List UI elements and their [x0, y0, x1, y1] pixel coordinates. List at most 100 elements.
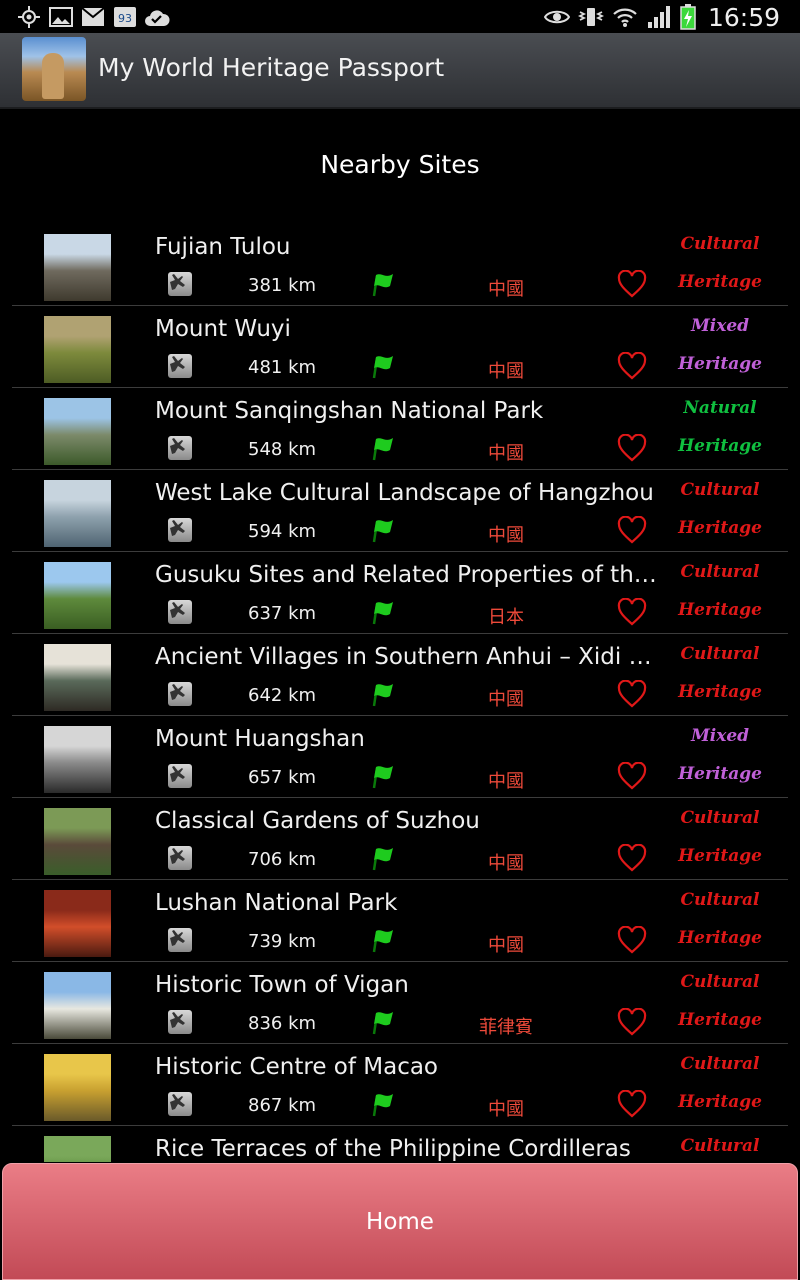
status-time: 16:59	[707, 2, 780, 32]
site-country: 中國	[488, 935, 524, 956]
category-heritage-label: Heritage	[678, 1010, 762, 1030]
green-flag-icon	[368, 1090, 396, 1118]
site-name: Fujian Tulou	[155, 234, 291, 260]
site-list-item[interactable]: West Lake Cultural Landscape of Hangzhou…	[12, 470, 788, 552]
site-list-item[interactable]: Lushan National Park 739 km 中國 Cultural …	[12, 880, 788, 962]
site-name: Rice Terraces of the Philippine Cordille…	[155, 1136, 631, 1162]
favorite-heart-icon[interactable]	[617, 1007, 647, 1036]
heritage-category-badge: Cultural Heritage	[662, 880, 778, 961]
category-type-label: Cultural	[680, 562, 760, 582]
site-name: Lushan National Park	[155, 890, 398, 916]
site-list-item[interactable]: Mount Huangshan 657 km 中國 Mixed Heritage	[12, 716, 788, 798]
app-logo[interactable]	[22, 37, 86, 101]
site-distance: 642 km	[248, 685, 317, 706]
favorite-heart-icon[interactable]	[617, 1089, 647, 1118]
site-list-item[interactable]: Mount Sanqingshan National Park 548 km 中…	[12, 388, 788, 470]
airplane-icon	[168, 1010, 192, 1034]
green-flag-icon	[368, 516, 396, 544]
green-flag-icon	[368, 926, 396, 954]
site-thumbnail	[44, 808, 111, 875]
site-country: 中國	[488, 689, 524, 710]
airplane-icon	[168, 928, 192, 952]
heritage-category-badge: Natural Heritage	[662, 388, 778, 469]
site-list-item[interactable]: Historic Centre of Macao 867 km 中國 Cultu…	[12, 1044, 788, 1126]
gps-icon	[16, 5, 42, 29]
site-name: Historic Centre of Macao	[155, 1054, 439, 1080]
site-distance: 836 km	[248, 1013, 317, 1034]
category-type-label: Cultural	[680, 1054, 760, 1074]
favorite-heart-icon[interactable]	[617, 515, 647, 544]
battery-charging-icon	[680, 4, 696, 30]
favorite-heart-icon[interactable]	[617, 433, 647, 462]
category-heritage-label: Heritage	[678, 928, 762, 948]
airplane-icon	[168, 436, 192, 460]
site-country: 中國	[488, 1099, 524, 1120]
site-name: Ancient Villages in Southern Anhui – Xid…	[155, 644, 665, 670]
status-bar-notifications: 93	[16, 4, 170, 30]
site-distance: 657 km	[248, 767, 317, 788]
category-heritage-label: Heritage	[678, 1092, 762, 1112]
favorite-heart-icon[interactable]	[617, 925, 647, 954]
site-distance: 481 km	[248, 357, 317, 378]
app-bar: My World Heritage Passport	[0, 33, 800, 109]
airplane-icon	[168, 600, 192, 624]
category-type-label: Cultural	[680, 1136, 760, 1156]
site-country: 中國	[488, 279, 524, 300]
green-flag-icon	[368, 680, 396, 708]
site-thumbnail	[44, 1054, 111, 1121]
favorite-heart-icon[interactable]	[617, 597, 647, 626]
home-button[interactable]: Home	[2, 1163, 798, 1280]
favorite-heart-icon[interactable]	[617, 761, 647, 790]
green-flag-icon	[368, 762, 396, 790]
site-name: West Lake Cultural Landscape of Hangzhou	[155, 480, 654, 506]
category-heritage-label: Heritage	[678, 354, 762, 374]
favorite-heart-icon[interactable]	[617, 351, 647, 380]
green-flag-icon	[368, 270, 396, 298]
site-name: Historic Town of Vigan	[155, 972, 409, 998]
category-type-label: Mixed	[690, 726, 750, 746]
site-thumbnail	[44, 972, 111, 1039]
green-flag-icon	[368, 1008, 396, 1036]
sites-list[interactable]: Fujian Tulou 381 km 中國 Cultural Heritage…	[12, 224, 788, 1162]
favorite-heart-icon[interactable]	[617, 269, 647, 298]
site-thumbnail	[44, 890, 111, 957]
site-country: 中國	[488, 443, 524, 464]
wifi-icon	[612, 5, 638, 29]
site-list-item[interactable]: Gusuku Sites and Related Properties of t…	[12, 552, 788, 634]
site-thumbnail	[44, 480, 111, 547]
green-flag-icon	[368, 598, 396, 626]
site-list-item[interactable]: Fujian Tulou 381 km 中國 Cultural Heritage	[12, 224, 788, 306]
site-name: Classical Gardens of Suzhou	[155, 808, 480, 834]
site-list-item[interactable]: Classical Gardens of Suzhou 706 km 中國 Cu…	[12, 798, 788, 880]
site-distance: 594 km	[248, 521, 317, 542]
site-list-item[interactable]: Mount Wuyi 481 km 中國 Mixed Heritage	[12, 306, 788, 388]
heritage-category-badge: Cultural	[662, 1126, 778, 1162]
site-country: 中國	[488, 525, 524, 546]
site-country: 中國	[488, 853, 524, 874]
site-name: Mount Wuyi	[155, 316, 291, 342]
category-heritage-label: Heritage	[678, 682, 762, 702]
favorite-heart-icon[interactable]	[617, 843, 647, 872]
airplane-icon	[168, 354, 192, 378]
airplane-icon	[168, 1092, 192, 1116]
check-cloud-icon	[144, 5, 170, 29]
category-heritage-label: Heritage	[678, 436, 762, 456]
heritage-category-badge: Cultural Heritage	[662, 1044, 778, 1125]
status-bar-system: 16:59	[543, 2, 780, 32]
site-distance: 867 km	[248, 1095, 317, 1116]
site-name: Mount Huangshan	[155, 726, 365, 752]
site-thumbnail	[44, 562, 111, 629]
category-heritage-label: Heritage	[678, 764, 762, 784]
site-list-item[interactable]: Ancient Villages in Southern Anhui – Xid…	[12, 634, 788, 716]
heritage-category-badge: Mixed Heritage	[662, 716, 778, 797]
image-icon	[48, 5, 74, 29]
category-heritage-label: Heritage	[678, 600, 762, 620]
site-list-item[interactable]: Historic Town of Vigan 836 km 菲律賓 Cultur…	[12, 962, 788, 1044]
category-type-label: Cultural	[680, 234, 760, 254]
site-thumbnail	[44, 726, 111, 793]
heritage-category-badge: Cultural Heritage	[662, 634, 778, 715]
airplane-icon	[168, 518, 192, 542]
favorite-heart-icon[interactable]	[617, 679, 647, 708]
site-list-item[interactable]: Rice Terraces of the Philippine Cordille…	[12, 1126, 788, 1162]
airplane-icon	[168, 846, 192, 870]
